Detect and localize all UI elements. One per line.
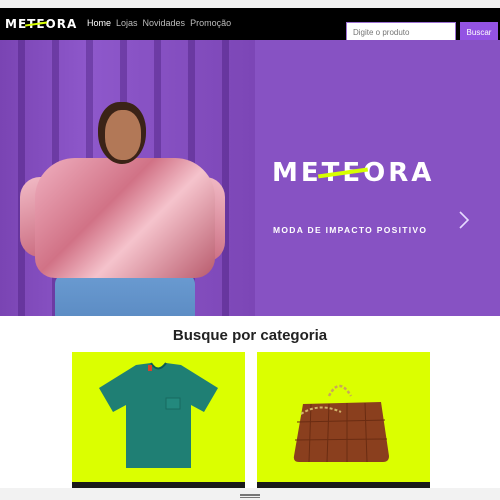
chevron-right-icon[interactable]	[458, 210, 472, 232]
logo[interactable]: METEORA	[5, 17, 77, 31]
navbar: METEORA Home Lojas Novidades Promoção Bu…	[0, 8, 500, 43]
hero-model-image	[20, 102, 230, 316]
model-jeans	[55, 274, 195, 316]
nav-link-lojas[interactable]: Lojas	[116, 18, 138, 28]
hero-brand-title: METEORA	[272, 158, 435, 188]
nav-link-novidades[interactable]: Novidades	[143, 18, 186, 28]
category-card-bag[interactable]	[257, 352, 430, 488]
model-face	[105, 110, 141, 160]
category-card-shirt[interactable]	[72, 352, 245, 488]
drag-handle-line	[240, 497, 260, 498]
bag-image	[293, 384, 389, 463]
drag-handle-icon[interactable]	[240, 494, 260, 496]
nav-link-home[interactable]: Home	[87, 18, 111, 28]
nav-link-promocao[interactable]: Promoção	[190, 18, 231, 28]
tshirt-image	[99, 362, 218, 468]
model-jacket	[35, 158, 215, 278]
browser-top-strip	[0, 0, 500, 8]
nav-links: Home Lojas Novidades Promoção	[87, 18, 231, 28]
hero-title-strike: TE	[321, 158, 364, 188]
category-section-title: Busque por categoria	[172, 327, 328, 344]
hero-carousel: METEORA MODA DE IMPACTO POSITIVO	[0, 40, 500, 316]
hero-subtitle: MODA DE IMPACTO POSITIVO	[273, 225, 428, 235]
logo-strike: TE	[27, 17, 46, 31]
